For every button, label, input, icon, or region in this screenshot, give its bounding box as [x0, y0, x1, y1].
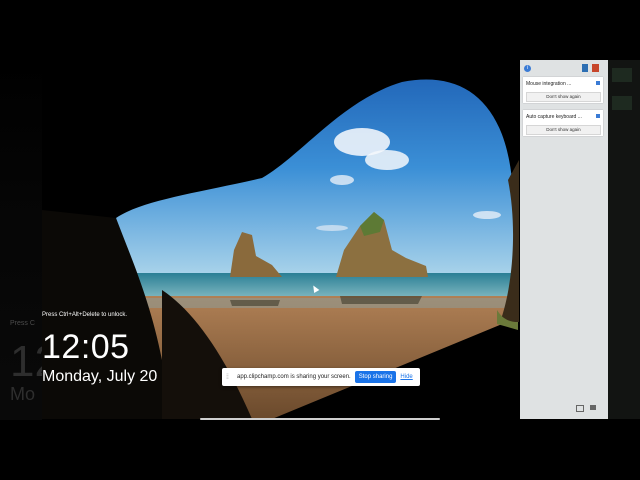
- display-icon[interactable]: [576, 405, 584, 412]
- keyboard-icon[interactable]: [590, 405, 596, 410]
- ghost-unlock-hint: Press C: [10, 320, 35, 327]
- screen-sharing-bar[interactable]: ⁞⁞ app.clipchamp.com is sharing your scr…: [222, 368, 420, 386]
- notice-title: Mouse integration ...: [526, 81, 572, 87]
- vm-display[interactable]: Press Ctrl+Alt+Delete to unlock. 12:05 M…: [42, 60, 519, 419]
- unlock-hint: Press Ctrl+Alt+Delete to unlock.: [42, 312, 128, 318]
- ghost-lock-screen-preview: Press C 12 Mo: [0, 60, 42, 420]
- strip-thumbnail: [612, 96, 632, 110]
- strip-thumbnail: [612, 68, 632, 82]
- notice-info-icon[interactable]: [596, 81, 600, 85]
- ghost-date: Mo: [10, 384, 36, 404]
- notice-mouse-integration: Mouse integration ... Don't show again: [523, 77, 603, 103]
- notice-title: Auto capture keyboard ...: [526, 114, 582, 120]
- lock-screen-clock: 12:05: [42, 328, 130, 366]
- notice-info-icon[interactable]: [596, 114, 600, 118]
- info-icon[interactable]: i: [524, 65, 531, 72]
- dont-show-again-button[interactable]: Don't show again: [526, 92, 601, 102]
- status-icon[interactable]: [582, 64, 588, 72]
- hide-link[interactable]: Hide: [400, 374, 412, 380]
- lock-screen-date: Monday, July 20: [42, 368, 158, 385]
- panel-edge-strip: [608, 60, 640, 419]
- drag-handle-icon[interactable]: ⁞⁞: [226, 374, 234, 381]
- warning-icon[interactable]: [592, 64, 599, 72]
- scroll-indicator: [200, 418, 440, 420]
- sharing-message: app.clipchamp.com is sharing your screen…: [237, 374, 351, 380]
- notice-auto-capture-keyboard: Auto capture keyboard ... Don't show aga…: [523, 110, 603, 136]
- ghost-clock: 12: [10, 337, 42, 386]
- dont-show-again-button[interactable]: Don't show again: [526, 125, 601, 135]
- stop-sharing-button[interactable]: Stop sharing: [354, 371, 397, 383]
